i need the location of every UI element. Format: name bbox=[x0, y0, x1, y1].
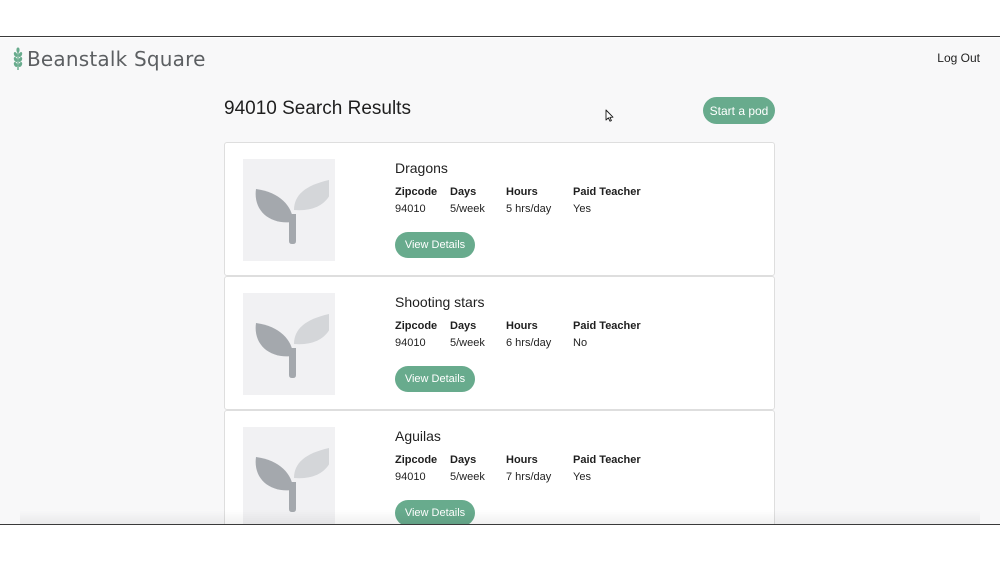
paid-teacher-label: Paid Teacher bbox=[573, 454, 641, 466]
hours-label: Hours bbox=[506, 320, 538, 332]
pod-info: Zipcode 94010 Days 5/week Hours 7 hrs/day P… bbox=[395, 454, 653, 483]
sprout-icon bbox=[255, 180, 329, 244]
logout-link[interactable]: Log Out bbox=[937, 51, 980, 65]
results-list: Dragons Zipcode 94010 Days 5/week Hours 5 h… bbox=[224, 142, 775, 524]
pod-info: Zipcode 94010 Days 5/week Hours 6 hrs/day P… bbox=[395, 320, 653, 349]
zipcode-label: Zipcode bbox=[395, 454, 438, 466]
hours-label: Hours bbox=[506, 454, 538, 466]
paid-teacher-label: Paid Teacher bbox=[573, 186, 641, 198]
start-pod-button[interactable]: Start a pod bbox=[703, 97, 775, 124]
pod-card: Shooting stars Zipcode 94010 Days 5/week H… bbox=[224, 276, 775, 410]
hours-value: 6 hrs/day bbox=[506, 337, 552, 349]
paid-teacher-value: Yes bbox=[573, 203, 591, 215]
paid-teacher-value: Yes bbox=[573, 471, 591, 483]
view-details-button[interactable]: View Details bbox=[395, 232, 475, 258]
hours-value: 5 hrs/day bbox=[506, 203, 552, 215]
letterbox-bottom bbox=[0, 524, 1000, 562]
pod-thumbnail bbox=[243, 159, 335, 261]
wheat-icon bbox=[13, 47, 23, 70]
page-title: 94010 Search Results bbox=[224, 98, 411, 119]
zipcode-value: 94010 bbox=[395, 337, 426, 349]
pod-name: Shooting stars bbox=[395, 294, 485, 310]
hours-label: Hours bbox=[506, 186, 538, 198]
pod-card: Aguilas Zipcode 94010 Days 5/week Hours 7 h… bbox=[224, 410, 775, 524]
paid-teacher-label: Paid Teacher bbox=[573, 320, 641, 332]
paid-teacher-value: No bbox=[573, 337, 588, 349]
pod-info: Zipcode 94010 Days 5/week Hours 5 hrs/day P… bbox=[395, 186, 653, 215]
hours-value: 7 hrs/day bbox=[506, 471, 552, 483]
days-label: Days bbox=[450, 454, 477, 466]
days-label: Days bbox=[450, 320, 477, 332]
days-value: 5/week bbox=[450, 203, 485, 215]
zipcode-value: 94010 bbox=[395, 203, 426, 215]
view-details-button[interactable]: View Details bbox=[395, 500, 475, 524]
view-details-button[interactable]: View Details bbox=[395, 366, 475, 392]
days-value: 5/week bbox=[450, 471, 485, 483]
days-label: Days bbox=[450, 186, 477, 198]
zipcode-value: 94010 bbox=[395, 471, 426, 483]
pod-thumbnail bbox=[243, 427, 335, 524]
pod-name: Dragons bbox=[395, 160, 448, 176]
browser-viewport: Beanstalk Square Log Out 94010 Search Re… bbox=[0, 38, 1000, 524]
zipcode-label: Zipcode bbox=[395, 320, 438, 332]
brand-name: Beanstalk Square bbox=[27, 47, 206, 71]
sprout-icon bbox=[255, 314, 329, 378]
brand-logo[interactable]: Beanstalk Square bbox=[12, 46, 206, 72]
mouse-pointer-icon bbox=[605, 109, 614, 122]
letterbox-top bbox=[0, 0, 1000, 37]
zipcode-label: Zipcode bbox=[395, 186, 438, 198]
pod-name: Aguilas bbox=[395, 428, 441, 444]
sprout-icon bbox=[255, 448, 329, 512]
pod-thumbnail bbox=[243, 293, 335, 395]
days-value: 5/week bbox=[450, 337, 485, 349]
pod-card: Dragons Zipcode 94010 Days 5/week Hours 5 h… bbox=[224, 142, 775, 276]
